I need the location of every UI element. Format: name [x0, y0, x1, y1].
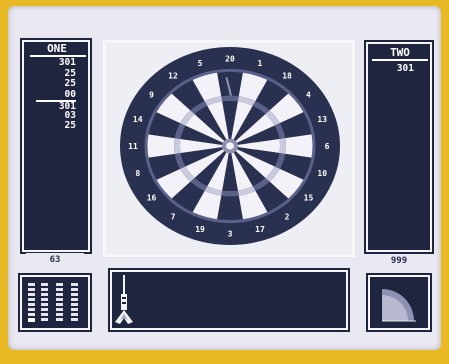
player-two-name: TWO: [390, 46, 410, 59]
player-one-remaining: 63: [26, 253, 84, 267]
dartboard-treble: [221, 190, 239, 197]
dartboard-number: 8: [135, 169, 140, 178]
dartboard-number: 2: [285, 213, 290, 222]
player-two-score: 301: [396, 63, 414, 74]
stuck-dart-tip: [229, 95, 234, 100]
throw-meter-bar: [41, 283, 48, 321]
dartboard-number: 10: [317, 169, 327, 178]
dartboard-number: 19: [195, 225, 205, 234]
dartboard-segment: [216, 195, 244, 222]
player-two-remaining: 999: [370, 254, 428, 268]
dartboard-number: 1: [258, 59, 263, 68]
dartboard-number: 9: [149, 91, 154, 100]
player-one-score: 301: [36, 100, 76, 112]
dartboard-number: 17: [255, 225, 265, 234]
dart-display-panel: [110, 270, 348, 330]
dartboard-segment: [285, 134, 314, 158]
dart-icon: [115, 275, 133, 324]
dartboard-number: 18: [282, 71, 292, 80]
dartboard-number: 4: [306, 91, 311, 100]
dartboard-number: 3: [228, 229, 233, 238]
dartboard-number: 20: [225, 55, 235, 64]
throw-meter-bar: [71, 283, 78, 321]
dartboard-treble: [174, 138, 181, 154]
player-one-name: ONE: [47, 42, 67, 55]
dartboard-number: 11: [128, 142, 138, 151]
dartboard-number: 7: [171, 213, 176, 222]
player-two-score-list: 301: [384, 63, 414, 74]
player-one-score-list: 301 25 25 00 301 03 25: [36, 57, 76, 132]
throw-meter-bar: [56, 283, 63, 321]
dartboard-number: 14: [133, 115, 143, 124]
player-one-score: 25: [64, 78, 76, 89]
dartboard-bullseye: [226, 142, 234, 150]
dartboard-number: 12: [168, 71, 178, 80]
throw-meter-bar: [28, 283, 35, 321]
player-two-header-underline: [372, 59, 428, 61]
dartboard-treble: [279, 138, 286, 154]
player-one-header-underline: [30, 55, 86, 57]
dartboard-number: 16: [147, 193, 157, 202]
player-one-score: 301: [58, 57, 76, 68]
dartboard-number: 13: [317, 115, 327, 124]
dartboard[interactable]: 20 1 18 4 13 6 10 15 2 17 3 19 7 16 8 11 14 9 12 5: [106, 43, 352, 254]
dartboard-number: 6: [325, 142, 330, 151]
player-one-score: 00: [64, 88, 76, 100]
quarter-circle-gauge-icon: [382, 289, 416, 322]
dartboard-number: 15: [304, 193, 314, 202]
throw-meter-fill: [28, 318, 35, 322]
player-one-score: 25: [64, 120, 76, 131]
dartboard-segment: [146, 134, 175, 158]
dartboard-panel[interactable]: 20 1 18 4 13 6 10 15 2 17 3 19 7 16 8 11 14 9 12 5: [103, 40, 355, 257]
dartboard-number: 5: [198, 59, 203, 68]
